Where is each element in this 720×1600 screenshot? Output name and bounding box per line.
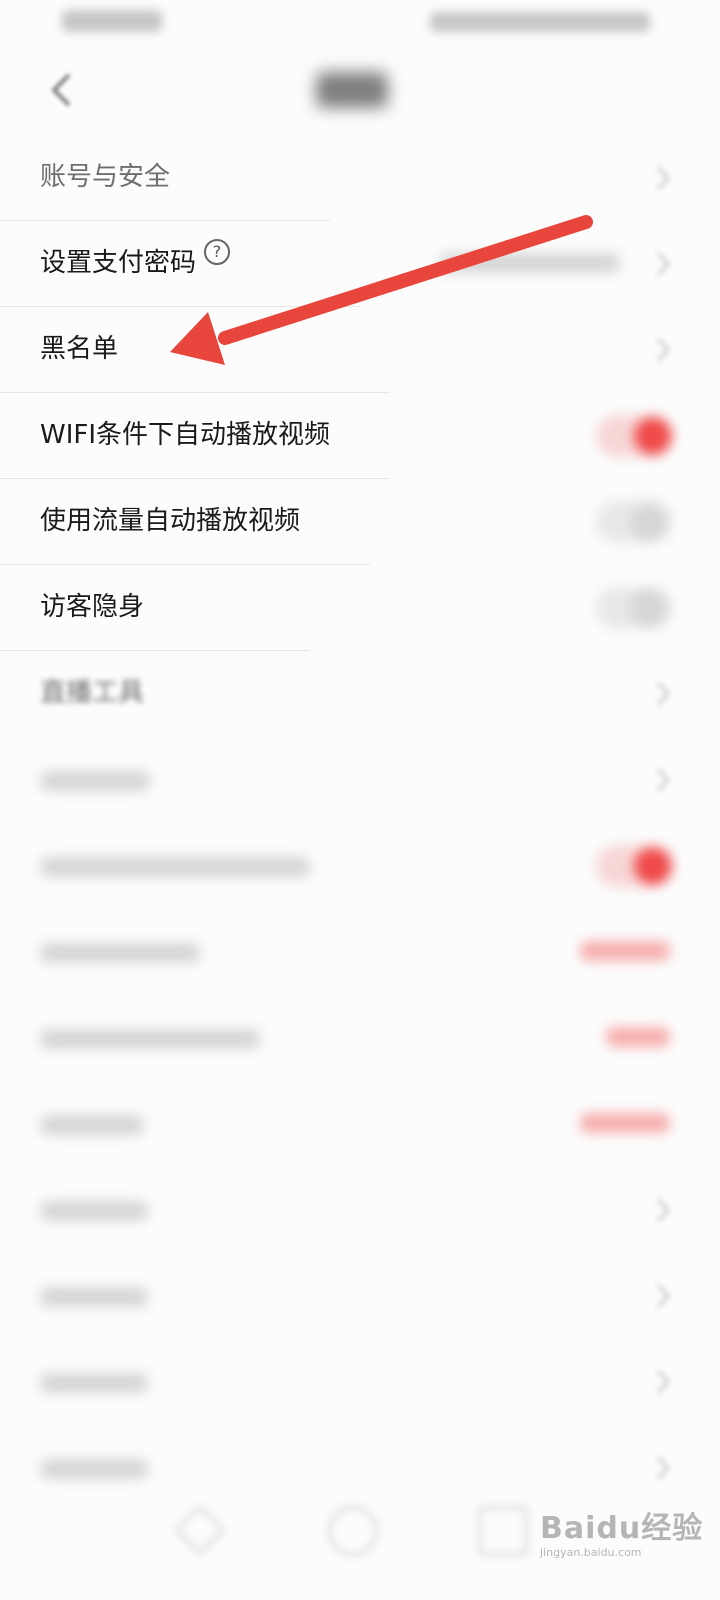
toggle-knob — [634, 847, 672, 885]
settings-item-label: 账号与安全 — [40, 162, 171, 192]
toggle-knob — [630, 589, 668, 627]
blurred-value — [580, 941, 670, 961]
settings-item-label: 黑名单 — [40, 334, 119, 364]
settings-item-blurred[interactable] — [0, 1167, 720, 1253]
back-button[interactable] — [40, 68, 84, 112]
settings-item-blacklist[interactable]: 黑名单 — [0, 307, 720, 393]
settings-item-blurred[interactable] — [0, 1339, 720, 1425]
chevron-right-icon — [657, 1198, 670, 1222]
blurred-label — [40, 857, 310, 877]
watermark-url: jingyan.baidu.com — [540, 1546, 642, 1559]
settings-item-live-tools[interactable]: 直播工具 — [0, 651, 720, 737]
settings-item-value — [440, 253, 620, 273]
settings-item-visitor-invisible: 访客隐身 — [0, 565, 720, 651]
blurred-label — [40, 1029, 260, 1049]
settings-item-payment-password[interactable]: 设置支付密码? — [0, 221, 720, 307]
blurred-toggle[interactable] — [596, 845, 672, 887]
settings-list: 账号与安全 设置支付密码? 黑名单 WIFI条件下自动播放视频 使用流量自动播放… — [0, 135, 720, 1511]
toggle-knob — [630, 503, 668, 541]
settings-item-label: 访客隐身 — [40, 592, 145, 622]
system-home-button[interactable] — [328, 1506, 378, 1556]
help-icon[interactable]: ? — [204, 239, 231, 265]
system-back-button[interactable] — [174, 1504, 226, 1556]
settings-item-label: 直播工具 — [40, 678, 145, 708]
settings-item-label: 设置支付密码? — [40, 239, 231, 283]
chevron-right-icon — [657, 1456, 670, 1480]
chevron-right-icon — [657, 338, 670, 362]
page-title — [316, 72, 388, 108]
settings-item-blurred[interactable] — [0, 1253, 720, 1339]
settings-item-account-security[interactable]: 账号与安全 — [0, 135, 720, 221]
visitor-invisible-toggle[interactable] — [596, 587, 672, 629]
settings-item-label: 使用流量自动播放视频 — [40, 506, 301, 536]
blurred-label — [40, 1115, 144, 1135]
watermark-logo: Baidu经验 — [540, 1511, 704, 1546]
blurred-value — [606, 1027, 670, 1047]
blurred-label — [40, 1201, 148, 1221]
settings-item-text: 设置支付密码 — [40, 248, 197, 278]
data-autoplay-toggle[interactable] — [596, 501, 672, 543]
watermark: Baidu经验 jingyan.baidu.com — [540, 1512, 703, 1560]
toggle-knob — [634, 417, 672, 455]
settings-item-wifi-autoplay: WIFI条件下自动播放视频 — [0, 393, 720, 479]
status-bar-right-info — [430, 12, 650, 32]
blurred-label — [40, 1373, 148, 1393]
nav-bar — [0, 50, 720, 140]
settings-item-blurred[interactable] — [0, 909, 720, 995]
blurred-label — [40, 771, 150, 791]
chevron-right-icon — [657, 768, 670, 792]
chevron-right-icon — [657, 682, 670, 706]
blurred-value — [580, 1113, 670, 1133]
chevron-right-icon — [657, 166, 670, 190]
blurred-label — [40, 943, 200, 963]
chevron-right-icon — [657, 1370, 670, 1394]
chevron-left-icon — [52, 74, 70, 106]
settings-item-blurred — [0, 823, 720, 909]
settings-screen: 账号与安全 设置支付密码? 黑名单 WIFI条件下自动播放视频 使用流量自动播放… — [0, 0, 720, 1600]
chevron-right-icon — [657, 1284, 670, 1308]
wifi-autoplay-toggle[interactable] — [596, 415, 672, 457]
status-bar-left-info — [62, 10, 162, 32]
system-recents-button[interactable] — [478, 1506, 528, 1556]
settings-item-data-autoplay: 使用流量自动播放视频 — [0, 479, 720, 565]
settings-item-blurred[interactable] — [0, 1081, 720, 1167]
settings-item-blurred[interactable] — [0, 995, 720, 1081]
blurred-label — [40, 1287, 148, 1307]
settings-item-blurred[interactable] — [0, 737, 720, 823]
chevron-right-icon — [657, 252, 670, 276]
settings-item-label: WIFI条件下自动播放视频 — [40, 420, 330, 450]
blurred-label — [40, 1459, 148, 1479]
status-bar — [0, 0, 720, 50]
